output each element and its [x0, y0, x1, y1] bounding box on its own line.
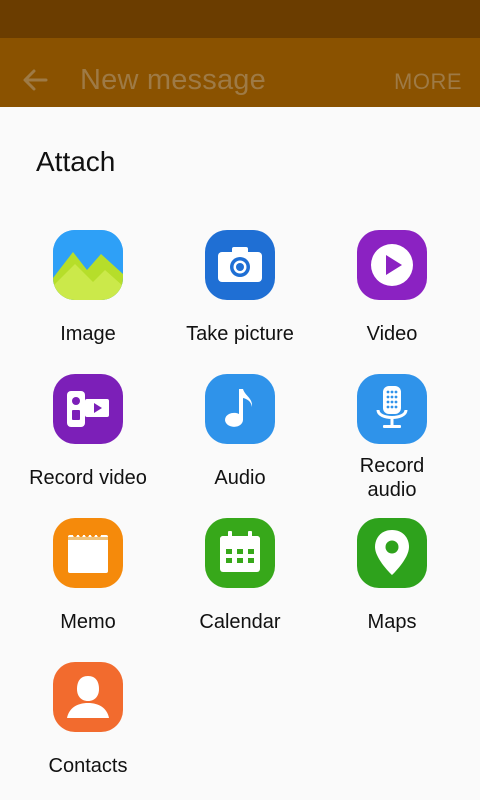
attach-item-label: Take picture — [186, 323, 294, 345]
more-button[interactable]: MORE — [394, 69, 462, 95]
camera-icon — [205, 230, 275, 300]
back-button[interactable] — [14, 58, 58, 102]
video-recorder-icon — [53, 374, 123, 444]
attach-sheet: Attach Image Take picture Video Record v… — [0, 107, 480, 800]
attach-item-label: Record video — [29, 467, 147, 489]
attach-item-label: Record audio — [359, 455, 425, 501]
attach-item-maps[interactable]: Maps — [316, 508, 468, 652]
attach-item-contacts[interactable]: Contacts — [12, 652, 164, 796]
attach-item-label: Audio — [214, 467, 266, 489]
microphone-icon — [357, 374, 427, 444]
attach-item-record-audio[interactable]: Record audio — [316, 364, 468, 508]
attach-item-label: Video — [366, 323, 418, 345]
page-title: New message — [80, 64, 266, 96]
status-bar — [0, 0, 480, 38]
attach-item-memo[interactable]: Memo — [12, 508, 164, 652]
attach-item-calendar[interactable]: Calendar — [164, 508, 316, 652]
map-pin-icon — [357, 518, 427, 588]
attach-item-video[interactable]: Video — [316, 220, 468, 364]
video-play-icon — [357, 230, 427, 300]
app-bar: New message MORE — [0, 38, 480, 107]
contact-icon — [53, 662, 123, 732]
back-arrow-icon — [23, 69, 48, 91]
attach-item-take-picture[interactable]: Take picture — [164, 220, 316, 364]
attach-item-label: Image — [60, 323, 116, 345]
calendar-icon — [205, 518, 275, 588]
gallery-icon — [53, 230, 123, 300]
attach-item-label: Contacts — [48, 755, 128, 777]
music-note-icon — [205, 374, 275, 444]
attach-item-label: Memo — [60, 611, 116, 633]
attach-item-image[interactable]: Image — [12, 220, 164, 364]
memo-icon — [53, 518, 123, 588]
attach-item-label: Maps — [367, 611, 417, 633]
attach-item-record-video[interactable]: Record video — [12, 364, 164, 508]
sheet-title: Attach — [36, 146, 116, 177]
attach-item-audio[interactable]: Audio — [164, 364, 316, 508]
attach-grid: Image Take picture Video Record video Au… — [12, 220, 468, 796]
attach-item-label: Calendar — [199, 611, 281, 633]
